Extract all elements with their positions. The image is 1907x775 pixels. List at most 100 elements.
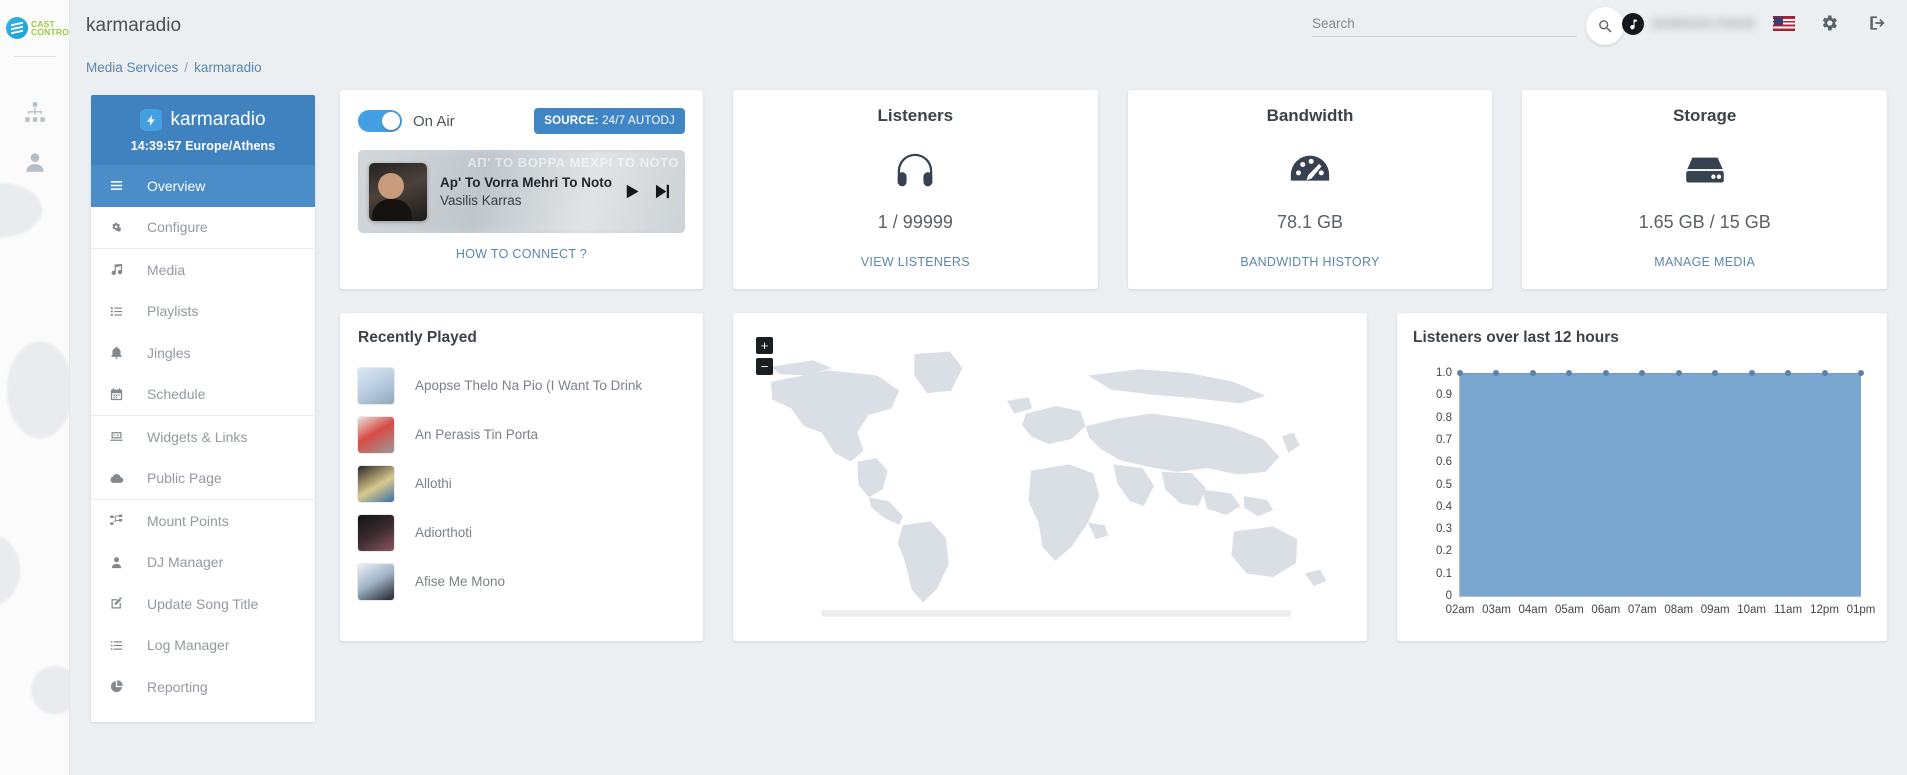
track-artwork bbox=[358, 466, 394, 502]
search-button[interactable] bbox=[1586, 7, 1624, 45]
gear-icon bbox=[1819, 13, 1839, 33]
stats-row: On Air SOURCE: 24/7 AUTODJ ΑΠ' ΤΟ ΒΟΡΡΑ … bbox=[340, 90, 1887, 289]
listeners-value: 1 / 99999 bbox=[743, 212, 1088, 233]
chart-x-tick: 01pm bbox=[1847, 604, 1876, 616]
sidebar-item-reporting[interactable]: Reporting bbox=[91, 666, 315, 708]
search-field-wrap bbox=[1312, 14, 1577, 37]
music-note-icon bbox=[1627, 18, 1640, 31]
chart-x-tick: 04am bbox=[1519, 604, 1548, 616]
source-prefix: SOURCE: bbox=[544, 115, 598, 127]
brand-line-2: CONTROL bbox=[31, 28, 70, 37]
sidebar-item-public-page[interactable]: Public Page bbox=[91, 458, 315, 500]
map-zoom-in-button[interactable]: + bbox=[756, 337, 773, 354]
sidebar-group-1: Overview Configure bbox=[91, 165, 315, 249]
chart-x-tick: 12pm bbox=[1810, 604, 1839, 616]
sidebar-item-mount-points[interactable]: Mount Points bbox=[91, 500, 315, 542]
chart-x-tick: 10am bbox=[1737, 604, 1766, 616]
bandwidth-card: Bandwidth 78.1 GB BANDWIDTH HISTORY bbox=[1128, 90, 1493, 289]
chart-y-tick: 0.4 bbox=[1436, 501, 1452, 513]
recently-played-card: Recently Played Apopse Thelo Na Pio (I W… bbox=[340, 313, 703, 641]
track-title: Apopse Thelo Na Pio (I Want To Drink bbox=[415, 378, 642, 393]
sidebar-item-playlists[interactable]: Playlists bbox=[91, 291, 315, 333]
bell-icon bbox=[109, 345, 135, 360]
sidebar-header: karmaradio 14:39:57 Europe/Athens bbox=[91, 95, 315, 165]
how-to-connect-link[interactable]: HOW TO CONNECT ? bbox=[358, 247, 685, 261]
chart-x-tick: 06am bbox=[1591, 604, 1620, 616]
chart-x-tick: 08am bbox=[1664, 604, 1693, 616]
bandwidth-history-link[interactable]: BANDWIDTH HISTORY bbox=[1240, 255, 1379, 269]
chart-y-tick: 0.7 bbox=[1436, 434, 1452, 446]
toggle-switch[interactable] bbox=[358, 110, 402, 132]
source-badge[interactable]: SOURCE: 24/7 AUTODJ bbox=[534, 108, 685, 134]
search-input[interactable] bbox=[1312, 14, 1577, 37]
play-icon bbox=[622, 182, 641, 201]
now-playing-player: ΑΠ' ΤΟ ΒΟΡΡΑ ΜΕΧΡΙ ΤΟ ΝΟΤΟ Ap' To Vorra … bbox=[358, 150, 685, 233]
chart-y-tick: 1.0 bbox=[1436, 367, 1452, 379]
chart-y-tick: 0 bbox=[1446, 590, 1452, 602]
play-button[interactable] bbox=[622, 182, 641, 201]
sidebar-group-4: Mount Points DJ Manager Update Song Titl… bbox=[91, 500, 315, 708]
breadcrumb-separator: / bbox=[184, 60, 188, 75]
rail-user-icon[interactable] bbox=[0, 140, 70, 184]
sidebar-label: Schedule bbox=[147, 386, 205, 402]
sidebar-clock: 14:39:57 Europe/Athens bbox=[101, 139, 305, 153]
sidebar-item-overview[interactable]: Overview bbox=[91, 165, 315, 207]
next-track-icon bbox=[652, 182, 671, 201]
music-icon bbox=[109, 262, 135, 277]
sidebar-item-update-song-title[interactable]: Update Song Title bbox=[91, 583, 315, 625]
sidebar-item-configure[interactable]: Configure bbox=[91, 207, 315, 249]
track-title: Afise Me Mono bbox=[415, 574, 505, 589]
track-title: Allothi bbox=[415, 476, 452, 491]
list-item[interactable]: Allothi bbox=[358, 459, 685, 508]
pie-chart-icon bbox=[109, 679, 135, 694]
sidebar-item-dj-manager[interactable]: DJ Manager bbox=[91, 542, 315, 584]
chart-data-point bbox=[1858, 370, 1864, 376]
chart-y-tick: 0.2 bbox=[1436, 545, 1452, 557]
sidebar-item-log-manager[interactable]: Log Manager bbox=[91, 625, 315, 667]
sidebar-label: DJ Manager bbox=[147, 554, 223, 570]
sidebar-item-widgets-links[interactable]: Widgets & Links bbox=[91, 416, 315, 458]
track-artwork bbox=[358, 368, 394, 404]
manage-media-link[interactable]: MANAGE MEDIA bbox=[1654, 255, 1755, 269]
storage-title: Storage bbox=[1532, 106, 1877, 126]
rail-sitemap-icon[interactable] bbox=[0, 90, 70, 134]
app-root: CAST CONTROL karmaradio GIORGOS FAKIS bbox=[0, 0, 1907, 775]
listeners-map-card[interactable]: + − bbox=[733, 313, 1367, 641]
sitemap-icon bbox=[109, 513, 135, 528]
castcontrol-logo[interactable]: CAST CONTROL bbox=[6, 14, 66, 42]
track-artwork bbox=[358, 564, 394, 600]
logout-button[interactable] bbox=[1867, 13, 1887, 33]
player-controls bbox=[622, 182, 671, 201]
on-air-toggle[interactable]: On Air bbox=[358, 110, 455, 132]
view-listeners-link[interactable]: VIEW LISTENERS bbox=[861, 255, 970, 269]
user-name: GIORGOS FAKIS bbox=[1651, 17, 1755, 31]
list-item[interactable]: Adiorthoti bbox=[358, 508, 685, 557]
map-zoom-out-button[interactable]: − bbox=[756, 358, 773, 375]
headphones-icon bbox=[743, 140, 1088, 202]
list-item[interactable]: Afise Me Mono bbox=[358, 557, 685, 606]
on-air-header: On Air SOURCE: 24/7 AUTODJ bbox=[358, 108, 685, 134]
sidebar-group-3: Widgets & Links Public Page bbox=[91, 416, 315, 500]
language-selector[interactable] bbox=[1773, 16, 1795, 31]
player-ghost-text: ΑΠ' ΤΟ ΒΟΡΡΑ ΜΕΧΡΙ ΤΟ ΝΟΤΟ bbox=[467, 155, 679, 170]
logout-icon bbox=[1867, 13, 1887, 33]
breadcrumb-parent[interactable]: Media Services bbox=[86, 60, 178, 75]
chart-area-fill bbox=[1460, 373, 1861, 596]
sidebar-item-media[interactable]: Media bbox=[91, 249, 315, 291]
now-playing-meta: Ap' To Vorra Mehri To Noto Vasilis Karra… bbox=[440, 175, 622, 208]
list-item[interactable]: Apopse Thelo Na Pio (I Want To Drink bbox=[358, 361, 685, 410]
bars-icon bbox=[109, 178, 135, 193]
sidebar-label: Log Manager bbox=[147, 637, 230, 653]
next-button[interactable] bbox=[652, 182, 671, 201]
track-title: Adiorthoti bbox=[415, 525, 472, 540]
list-item[interactable]: An Perasis Tin Porta bbox=[358, 410, 685, 459]
sidebar-item-schedule[interactable]: Schedule bbox=[91, 374, 315, 416]
user-menu[interactable]: GIORGOS FAKIS bbox=[1622, 13, 1755, 35]
hdd-icon bbox=[1532, 140, 1877, 202]
sidebar-label: Update Song Title bbox=[147, 596, 258, 612]
settings-button[interactable] bbox=[1819, 13, 1839, 33]
laptop-icon bbox=[109, 429, 135, 444]
chart-data-point bbox=[1457, 370, 1463, 376]
sidebar-item-jingles[interactable]: Jingles bbox=[91, 332, 315, 374]
chart-plot: 1.00.90.80.70.60.50.40.30.20.1002am03am0… bbox=[1459, 373, 1861, 597]
